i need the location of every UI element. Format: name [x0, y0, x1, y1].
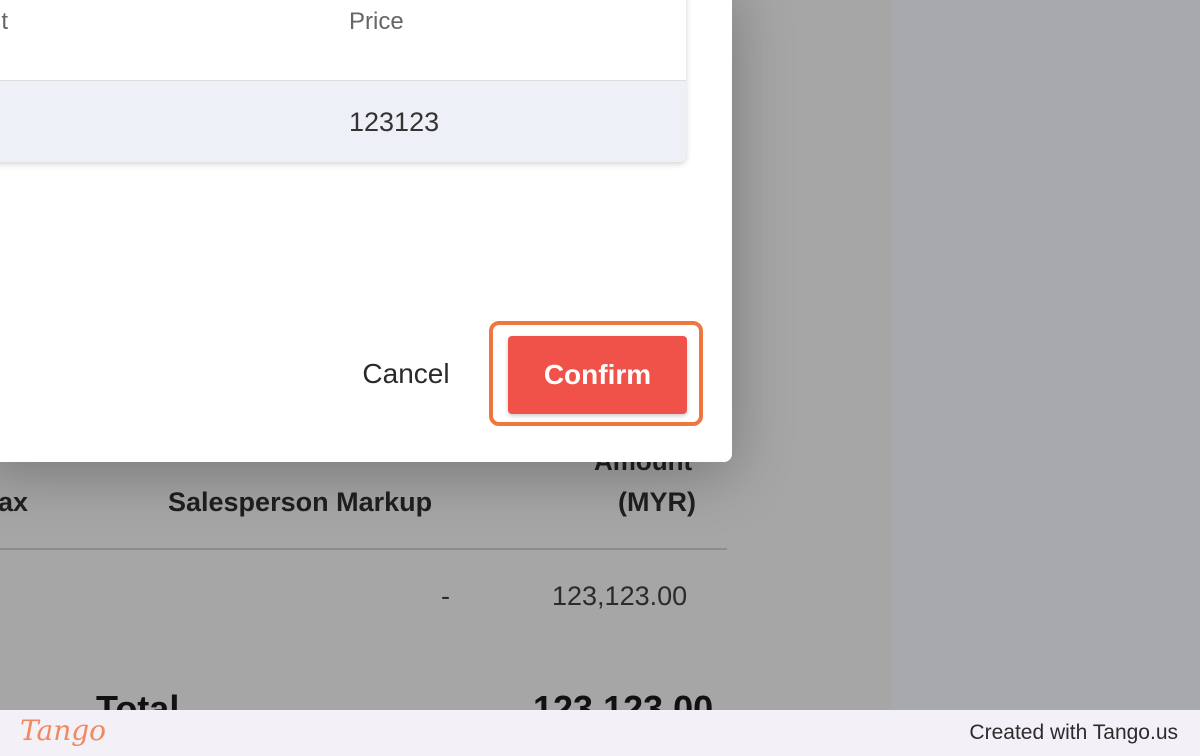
- total-value: 123,123.00: [533, 688, 714, 710]
- total-label: Total: [96, 688, 180, 710]
- tango-logo[interactable]: Tango: [20, 714, 106, 747]
- column-header-price: Price: [349, 8, 404, 35]
- confirm-dialog: it Price 123123 Cancel Confirm: [0, 0, 732, 462]
- price-table: it Price 123123: [0, 0, 686, 162]
- price-cell: 123123: [349, 107, 440, 137]
- column-header-currency: (MYR): [618, 487, 696, 517]
- table-header-row: it Price: [0, 0, 686, 81]
- amount-value: 123,123.00: [552, 581, 688, 611]
- created-with-credit[interactable]: Created with Tango.us: [969, 721, 1178, 745]
- column-header-tax-partial: ax: [0, 487, 29, 517]
- table-row[interactable]: 123123: [0, 81, 686, 162]
- column-header-unit-partial: it: [0, 8, 8, 35]
- right-panel: [892, 0, 1200, 710]
- screen-area: Amount ax Salesperson Markup (MYR) - 123…: [0, 0, 1200, 710]
- markup-value: -: [441, 581, 450, 611]
- column-header-salesperson-markup: Salesperson Markup: [168, 487, 433, 517]
- confirm-button[interactable]: Confirm: [508, 336, 687, 414]
- table-divider: [0, 548, 727, 550]
- tango-footer: Tango Created with Tango.us: [0, 710, 1200, 756]
- cancel-button[interactable]: Cancel: [356, 352, 456, 396]
